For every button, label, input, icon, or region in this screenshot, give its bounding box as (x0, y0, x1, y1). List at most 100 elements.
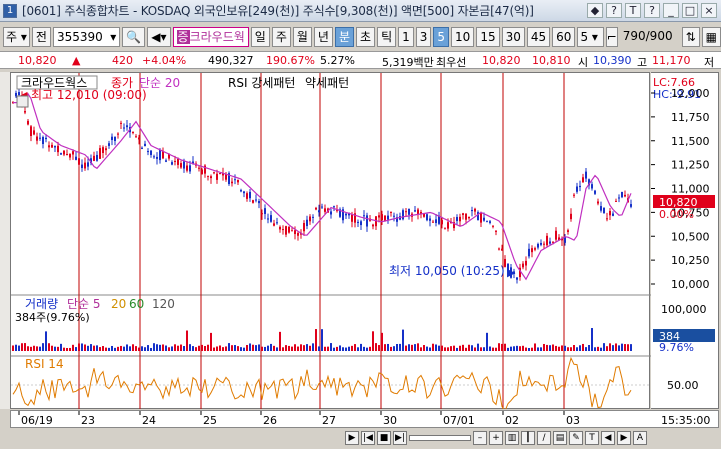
candle-body (537, 243, 539, 248)
volume-bar (183, 346, 185, 351)
volume-bar (324, 346, 326, 351)
last-icon[interactable]: ▶| (393, 431, 407, 445)
prev-icon[interactable]: ◀ (601, 431, 615, 445)
volume-bar (213, 347, 215, 351)
candle-body (402, 210, 404, 220)
price-axis[interactable]: LC:7.66 HC:-9.91 12,000 11,750 11,500 11,25… (651, 72, 719, 409)
count-select[interactable]: 5 ▾ (577, 27, 604, 47)
candle-body (174, 160, 176, 162)
minimize-button[interactable]: _ (663, 3, 679, 18)
volume-bar (261, 346, 263, 351)
text-tool-icon[interactable]: T (585, 431, 599, 445)
volume-bar (228, 343, 230, 351)
draw-icon[interactable]: ✎ (569, 431, 583, 445)
candle-body (63, 150, 65, 155)
volume-bar (129, 346, 131, 351)
chevron-down-icon[interactable]: ▾ (110, 28, 116, 46)
layout-icon[interactable]: ▦ (701, 27, 721, 47)
next-icon[interactable]: ▶ (617, 431, 631, 445)
date-label: 30 (383, 414, 397, 427)
stock-code-input[interactable]: 355390 ▾ (52, 27, 121, 47)
candle-body (363, 215, 365, 217)
volume-bar (279, 331, 281, 351)
interval-5[interactable]: 5 (433, 27, 450, 47)
period-week[interactable]: 주 (271, 27, 291, 47)
candle-body (267, 218, 269, 220)
period-tick[interactable]: 틱 (377, 27, 397, 47)
bar-chart-icon[interactable]: ▥ (505, 431, 519, 445)
search-icon[interactable]: 🔍 (122, 27, 146, 47)
period-day[interactable]: 일 (250, 27, 270, 47)
interval-3[interactable]: 3 (415, 27, 432, 47)
chart-area[interactable]: 크라우드웍스 종가 단순 20 RSI 강세패턴 약세패턴 ◀ 최고 12,01… (10, 72, 651, 413)
volume-bar (342, 347, 344, 351)
play-icon[interactable]: ▶ (345, 431, 359, 445)
help-icon[interactable]: ? (606, 3, 622, 18)
info-icon[interactable]: ? (644, 3, 660, 18)
price-tick-label: 11,250 (671, 159, 710, 172)
candle-body (123, 127, 125, 129)
volume-bar (81, 343, 83, 351)
lock-icon[interactable]: ⌐ (605, 27, 618, 47)
candle-body (255, 199, 257, 201)
candle-body (444, 228, 446, 230)
volume-bar (132, 344, 134, 351)
candle-body (621, 191, 623, 198)
chart-canvas[interactable]: 크라우드웍스 종가 단순 20 RSI 강세패턴 약세패턴 ◀ 최고 12,01… (11, 73, 651, 413)
candle-body (420, 211, 422, 214)
candle-body (591, 184, 593, 189)
volume-bar (351, 345, 353, 351)
zoom-in-icon[interactable]: + (489, 431, 503, 445)
interval-45[interactable]: 45 (526, 27, 551, 47)
volume-bar (396, 343, 398, 351)
candle-body (501, 248, 503, 251)
all-market-button[interactable]: 전 (31, 27, 51, 47)
compare-icon[interactable]: ▤ (553, 431, 567, 445)
candle-icon[interactable]: ┃ (521, 431, 535, 445)
pin-icon[interactable]: ◆ (587, 3, 603, 18)
text-icon[interactable]: T (625, 3, 641, 18)
candle-body (264, 208, 266, 214)
period-second[interactable]: 초 (356, 27, 376, 47)
scroll-track[interactable] (409, 435, 471, 441)
period-minute[interactable]: 분 (334, 27, 355, 47)
candle-body (531, 248, 533, 253)
zoom-icon[interactable]: A (633, 431, 647, 445)
interval-60[interactable]: 60 (552, 27, 576, 47)
maximize-button[interactable]: □ (682, 3, 698, 18)
candle-body (498, 248, 500, 250)
settings-icon[interactable]: ⇅ (681, 27, 700, 47)
stock-name-field[interactable]: 증크라우드웍 (172, 27, 249, 47)
candle-body (180, 163, 182, 168)
volume-bar (78, 343, 80, 351)
volume-bar (234, 345, 236, 351)
zoom-out-icon[interactable]: – (473, 431, 487, 445)
volume-bar (225, 346, 227, 351)
volume-bar (330, 343, 332, 351)
line-icon[interactable]: ∕ (537, 431, 551, 445)
grid-icon[interactable] (16, 95, 29, 108)
volume-bar (21, 343, 23, 351)
volume-bar (201, 344, 203, 351)
period-year[interactable]: 년 (313, 27, 333, 47)
window-number-badge[interactable]: 1 (3, 3, 17, 18)
stop-icon[interactable]: ■ (377, 431, 391, 445)
volume-bar (384, 344, 386, 351)
date-axis[interactable]: 06/19 23 24 25 26 27 30 07/01 02 03 15:35:00 (10, 410, 719, 428)
volume-bar (417, 343, 419, 351)
axis-canvas[interactable]: LC:7.66 HC:-9.91 12,00011,75011,50011,25… (651, 73, 719, 410)
volume-bar (381, 332, 383, 351)
interval-1[interactable]: 1 (398, 27, 414, 47)
left-strip (0, 72, 10, 409)
period-month[interactable]: 월 (292, 27, 312, 47)
speaker-icon[interactable]: ◀▾ (147, 27, 171, 47)
interval-10[interactable]: 10 (451, 27, 475, 47)
market-select[interactable]: 주 ▾ (3, 27, 30, 47)
first-icon[interactable]: |◀ (361, 431, 375, 445)
interval-30[interactable]: 30 (501, 27, 525, 47)
candle-body (543, 243, 545, 245)
candle-body (408, 208, 410, 215)
interval-15[interactable]: 15 (476, 27, 500, 47)
close-button[interactable]: × (701, 3, 717, 18)
volume-bar (618, 345, 620, 351)
